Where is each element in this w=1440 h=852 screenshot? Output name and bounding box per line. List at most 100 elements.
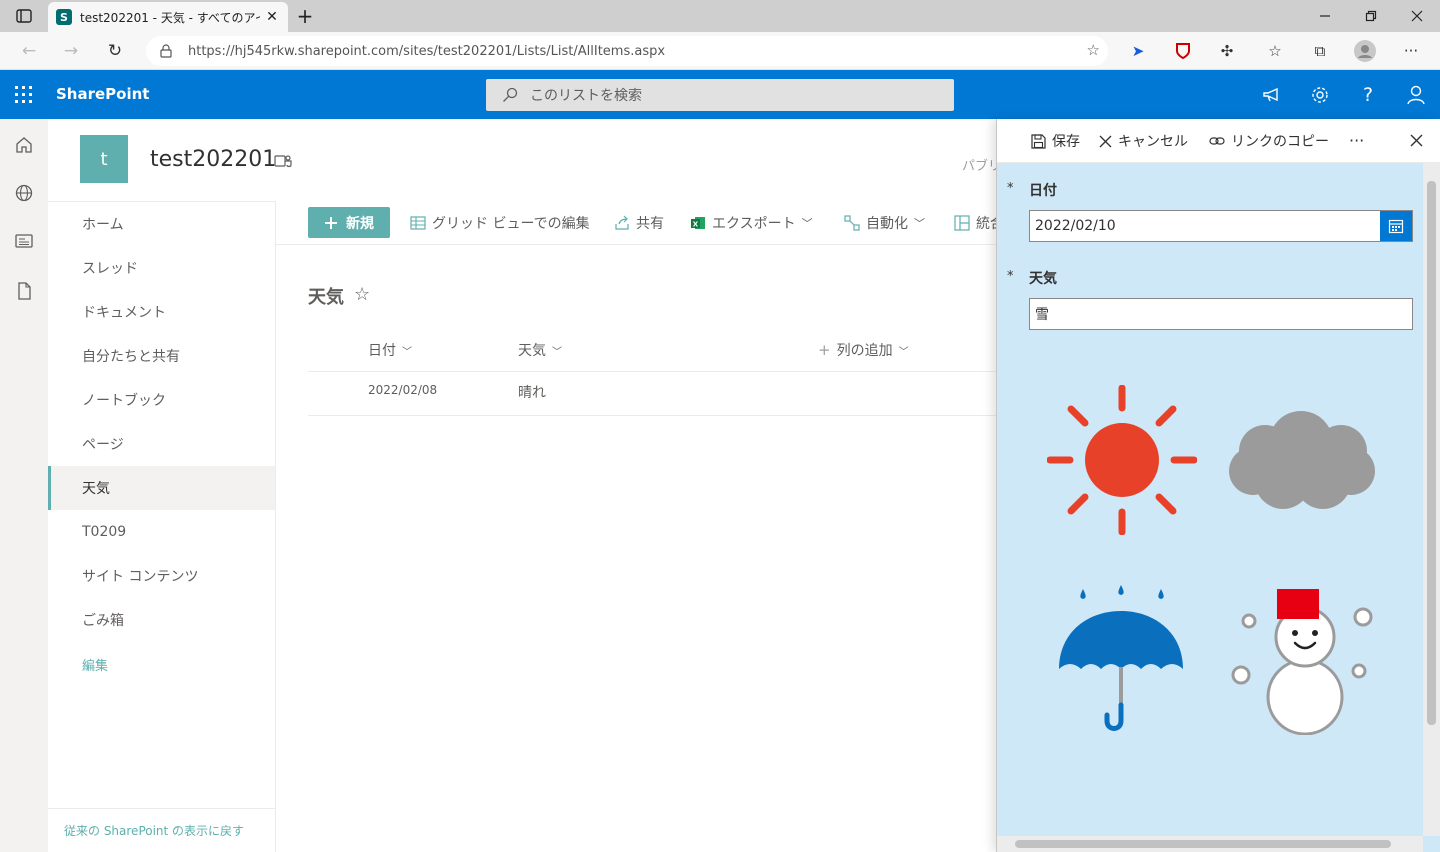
site-logo[interactable]: t [80,135,128,183]
row-date-cell[interactable]: 2022/02/08 [368,383,437,397]
nav-item-site-contents[interactable]: サイト コンテンツ [48,554,275,598]
teams-icon[interactable] [274,153,292,169]
grid-edit-label: グリッド ビューでの編集 [432,216,590,232]
nav-edit-link[interactable]: 編集 [48,642,275,686]
automate-button[interactable]: 自動化 ﹀ [844,213,925,233]
classic-view-link[interactable]: 従来の SharePoint の表示に戻す [48,808,275,852]
panel-vertical-scrollbar[interactable] [1423,163,1440,836]
close-icon [1099,135,1112,147]
cloud-icon[interactable] [1227,409,1379,513]
app-launcher-icon[interactable] [12,83,36,107]
collections-icon[interactable]: ⧉ [1307,38,1333,64]
extension-arrow-icon[interactable]: ➤ [1125,38,1151,64]
export-button[interactable]: X エクスポート ﹀ [690,213,813,233]
date-field-input[interactable]: 2022/02/10 [1029,210,1413,242]
globe-icon[interactable] [14,183,34,203]
date-field-value: 2022/02/10 [1035,218,1116,234]
help-icon[interactable]: ? [1355,82,1381,108]
column-header-date[interactable]: 日付 ﹀ [368,340,412,360]
add-column-button[interactable]: + 列の追加 ﹀ [818,340,909,360]
new-tab-icon[interactable]: + [290,0,320,32]
news-icon[interactable] [14,231,34,251]
add-column-label: 列の追加 [836,343,893,359]
nav-item-pages[interactable]: ページ [48,422,275,466]
weather-field-value: 雪 [1035,307,1049,323]
save-button[interactable]: 保存 [1031,131,1080,151]
panel-horizontal-scrollbar[interactable] [997,836,1423,852]
left-navigation: ホーム スレッド ドキュメント 自分たちと共有 ノートブック ページ 天気 T0… [48,201,276,852]
automate-label: 自動化 [866,216,908,232]
favorite-star-icon[interactable]: ☆ [354,284,370,305]
settings-more-icon[interactable]: ··· [1398,38,1424,64]
umbrella-icon[interactable] [1057,583,1187,735]
gear-icon[interactable] [1307,82,1333,108]
automate-icon [844,215,860,231]
chevron-down-icon: ﹀ [402,346,412,358]
column-date-label: 日付 [368,343,396,359]
restore-icon[interactable] [1348,0,1394,32]
svg-text:X: X [693,221,699,229]
grid-edit-button[interactable]: グリッド ビューでの編集 [410,213,590,233]
more-options-icon[interactable]: ··· [1349,131,1364,150]
weather-field-input[interactable]: 雪 [1029,298,1413,330]
nav-item-shared-with-us[interactable]: 自分たちと共有 [48,334,275,378]
browser-tab-strip: S test202201 - 天気 - すべてのアイテム ✕ + [0,0,1440,32]
site-title[interactable]: test202201 [150,147,276,172]
scrollbar-thumb[interactable] [1015,840,1391,848]
minimize-icon[interactable] [1302,0,1348,32]
sharepoint-brand[interactable]: SharePoint [56,85,149,103]
nav-item-home[interactable]: ホーム [48,202,275,246]
browser-tab[interactable]: S test202201 - 天気 - すべてのアイテム ✕ [48,2,288,32]
plus-icon [325,216,337,229]
close-panel-icon[interactable] [1410,134,1423,147]
search-icon [503,87,518,102]
extension-shield-icon[interactable] [1170,38,1196,64]
calendar-button[interactable] [1380,211,1412,241]
favorites-icon[interactable]: ☆ [1262,38,1288,64]
close-window-icon[interactable] [1394,0,1440,32]
snowman-icon[interactable] [1229,583,1377,735]
suite-bar: SharePoint このリストを検索 ? [0,70,1440,119]
calendar-icon [1388,219,1404,234]
scrollbar-thumb[interactable] [1427,181,1436,725]
nav-item-t0209[interactable]: T0209 [48,510,275,554]
chevron-down-icon: ﹀ [914,217,925,230]
chevron-down-icon: ﹀ [898,346,909,358]
account-icon[interactable] [1403,82,1429,108]
grid-icon [410,216,426,230]
lock-icon [160,44,172,58]
home-icon[interactable] [14,135,34,155]
required-marker: * [1007,181,1014,196]
new-item-button[interactable]: 新規 [308,207,390,238]
panel-toolbar: 保存 キャンセル リンクのコピー ··· [997,119,1440,163]
forward-icon[interactable]: → [56,36,86,66]
row-weather-cell[interactable]: 晴れ [518,382,546,402]
header-divider [308,371,996,372]
add-favorite-icon[interactable]: ☆ [1087,41,1100,59]
excel-icon: X [691,217,705,229]
megaphone-icon[interactable] [1259,82,1285,108]
sun-icon[interactable] [1047,385,1197,535]
tab-actions-icon[interactable] [0,0,48,32]
export-label: エクスポート [712,216,796,232]
share-button[interactable]: 共有 [614,213,664,233]
nav-item-threads[interactable]: スレッド [48,246,275,290]
close-tab-icon[interactable]: ✕ [264,9,280,25]
back-icon[interactable]: ← [14,36,44,66]
column-header-weather[interactable]: 天気 ﹀ [518,340,562,360]
extensions-icon[interactable]: ✣ [1214,38,1240,64]
cancel-button[interactable]: キャンセル [1099,131,1188,151]
address-bar[interactable]: https://hj545rkw.sharepoint.com/sites/te… [146,36,1108,66]
document-icon[interactable] [14,281,34,301]
list-search-input[interactable]: このリストを検索 [486,79,954,111]
edit-item-panel: 保存 キャンセル リンクのコピー ··· * 日付 2022/02/10 * 天… [996,119,1440,852]
copy-link-button[interactable]: リンクのコピー [1209,131,1329,151]
nav-item-documents[interactable]: ドキュメント [48,290,275,334]
column-weather-label: 天気 [518,343,546,359]
nav-item-weather[interactable]: 天気 [48,466,275,510]
link-icon [1209,137,1225,145]
nav-item-notebook[interactable]: ノートブック [48,378,275,422]
profile-icon[interactable] [1352,38,1378,64]
refresh-icon[interactable]: ↻ [100,36,130,66]
nav-item-recycle-bin[interactable]: ごみ箱 [48,598,275,642]
